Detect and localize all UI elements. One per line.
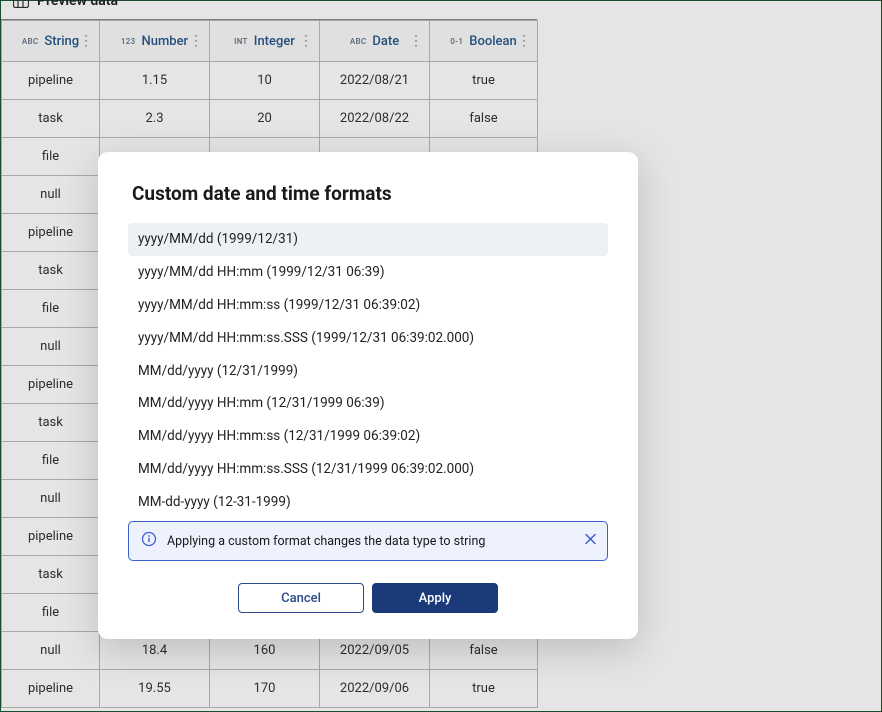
modal-actions: Cancel Apply xyxy=(128,583,608,613)
column-menu-icon[interactable]: ⋮ xyxy=(299,34,313,48)
custom-format-modal: Custom date and time formats yyyy/MM/dd … xyxy=(98,152,638,639)
apply-button[interactable]: Apply xyxy=(372,583,498,613)
type-badge: ABC xyxy=(22,37,39,46)
info-icon xyxy=(141,531,157,551)
table-cell: pipeline xyxy=(2,670,100,708)
type-badge: 0-1 xyxy=(450,37,463,46)
table-cell: 10 xyxy=(210,62,320,100)
format-option[interactable]: MM/dd/yyyy HH:mm (12/31/1999 06:39) xyxy=(128,387,608,420)
column-menu-icon[interactable]: ⋮ xyxy=(189,34,203,48)
col-header-integer[interactable]: INT Integer ⋮ xyxy=(210,21,320,62)
modal-title: Custom date and time formats xyxy=(128,182,608,205)
table-cell: 2022/08/22 xyxy=(320,100,430,138)
column-menu-icon[interactable]: ⋮ xyxy=(517,34,531,48)
col-label: Date xyxy=(372,34,399,49)
table-cell: null xyxy=(2,328,100,366)
table-cell: task xyxy=(2,404,100,442)
preview-icon xyxy=(13,0,29,12)
table-cell: pipeline xyxy=(2,214,100,252)
format-option[interactable]: MM/dd/yyyy HH:mm:ss.SSS (12/31/1999 06:3… xyxy=(128,453,608,486)
page-header: Preview data xyxy=(1,1,881,19)
table-cell: pipeline xyxy=(2,518,100,556)
table-cell: file xyxy=(2,290,100,328)
col-header-number[interactable]: 123 Number ⋮ xyxy=(100,21,210,62)
table-cell: 1.15 xyxy=(100,62,210,100)
table-cell: task xyxy=(2,100,100,138)
col-label: String xyxy=(44,34,79,49)
table-header-row: ABC String ⋮ 123 Number ⋮ INT Integer xyxy=(2,21,538,62)
table-cell: file xyxy=(2,442,100,480)
table-cell: 2.3 xyxy=(100,100,210,138)
table-row: pipeline19.551702022/09/06true xyxy=(2,670,538,708)
col-label: Integer xyxy=(254,34,295,49)
table-cell: null xyxy=(2,480,100,518)
column-menu-icon[interactable]: ⋮ xyxy=(409,34,423,48)
table-cell: null xyxy=(2,632,100,670)
format-option[interactable]: yyyy/MM/dd HH:mm (1999/12/31 06:39) xyxy=(128,256,608,289)
cancel-button[interactable]: Cancel xyxy=(238,583,364,613)
close-icon[interactable] xyxy=(584,533,597,550)
format-option[interactable]: MM/dd/yyyy HH:mm:ss (12/31/1999 06:39:02… xyxy=(128,420,608,453)
col-label: Boolean xyxy=(469,34,516,49)
format-option[interactable]: yyyy/MM/dd HH:mm:ss.SSS (1999/12/31 06:3… xyxy=(128,322,608,355)
table-cell: 2022/09/06 xyxy=(320,670,430,708)
table-cell: file xyxy=(2,138,100,176)
table-cell: 2022/08/21 xyxy=(320,62,430,100)
format-option[interactable]: yyyy/MM/dd (1999/12/31) xyxy=(128,223,608,256)
table-cell: true xyxy=(430,62,538,100)
table-cell: task xyxy=(2,252,100,290)
info-banner: Applying a custom format changes the dat… xyxy=(128,521,608,561)
format-option[interactable]: MM-dd-yyyy (12-31-1999) xyxy=(128,486,608,513)
info-text: Applying a custom format changes the dat… xyxy=(167,534,485,549)
type-badge: 123 xyxy=(121,37,136,46)
table-cell: file xyxy=(2,594,100,632)
table-cell: 20 xyxy=(210,100,320,138)
col-header-string[interactable]: ABC String ⋮ xyxy=(2,21,100,62)
table-cell: 170 xyxy=(210,670,320,708)
col-label: Number xyxy=(141,34,188,49)
column-menu-icon[interactable]: ⋮ xyxy=(79,34,93,48)
table-cell: false xyxy=(430,100,538,138)
table-cell: true xyxy=(430,670,538,708)
format-option[interactable]: yyyy/MM/dd HH:mm:ss (1999/12/31 06:39:02… xyxy=(128,289,608,322)
table-cell: pipeline xyxy=(2,62,100,100)
table-cell: task xyxy=(2,556,100,594)
format-list[interactable]: yyyy/MM/dd (1999/12/31)yyyy/MM/dd HH:mm … xyxy=(128,223,608,513)
col-header-date[interactable]: ABC Date ⋮ xyxy=(320,21,430,62)
table-cell: pipeline xyxy=(2,366,100,404)
col-header-boolean[interactable]: 0-1 Boolean ⋮ xyxy=(430,21,538,62)
page-title: Preview data xyxy=(37,0,118,9)
format-option[interactable]: MM/dd/yyyy (12/31/1999) xyxy=(128,355,608,388)
table-cell: 19.55 xyxy=(100,670,210,708)
table-cell: null xyxy=(2,176,100,214)
type-badge: ABC xyxy=(350,37,367,46)
table-row: task2.3202022/08/22false xyxy=(2,100,538,138)
type-badge: INT xyxy=(234,37,248,46)
table-row: pipeline1.15102022/08/21true xyxy=(2,62,538,100)
